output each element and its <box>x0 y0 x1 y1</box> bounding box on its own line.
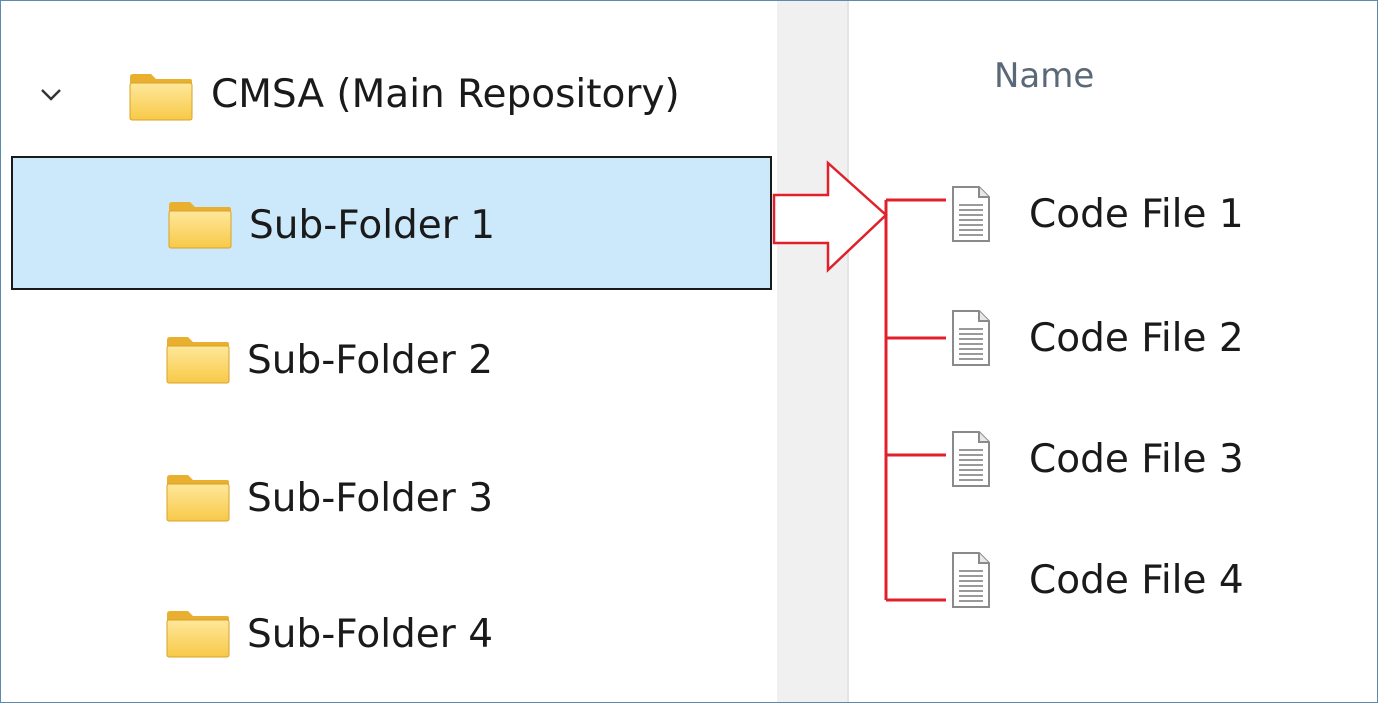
tree-item-sub-folder-4[interactable]: Sub-Folder 4 <box>11 567 772 701</box>
file-item-code-file-1[interactable]: Code File 1 <box>945 181 1365 261</box>
file-item-label: Code File 1 <box>1029 192 1244 237</box>
document-icon <box>952 186 990 242</box>
file-item-label: Code File 3 <box>1029 437 1244 482</box>
file-list-pane: Name Code File 1 Code File 2 Code File 3… <box>849 1 1377 702</box>
folder-icon <box>166 611 230 658</box>
document-icon <box>952 552 990 608</box>
tree-item-label: Sub-Folder 1 <box>249 203 496 248</box>
folder-icon <box>166 475 230 522</box>
folder-icon <box>166 337 230 384</box>
tree-item-label: Sub-Folder 3 <box>247 476 494 521</box>
tree-item-root[interactable]: CMSA (Main Repository) <box>1 51 777 143</box>
file-item-code-file-4[interactable]: Code File 4 <box>945 547 1365 627</box>
tree-item-sub-folder-1[interactable]: Sub-Folder 1 <box>11 156 772 290</box>
tree-item-label: CMSA (Main Repository) <box>211 72 680 117</box>
column-header-name[interactable]: Name <box>994 59 1094 93</box>
tree-item-sub-folder-2[interactable]: Sub-Folder 2 <box>11 293 772 427</box>
document-icon <box>952 310 990 366</box>
file-item-code-file-2[interactable]: Code File 2 <box>945 305 1365 385</box>
document-icon <box>952 431 990 487</box>
folder-icon <box>168 202 232 249</box>
tree-item-label: Sub-Folder 4 <box>247 612 494 657</box>
tree-item-sub-folder-3[interactable]: Sub-Folder 3 <box>11 431 772 565</box>
file-item-code-file-3[interactable]: Code File 3 <box>945 426 1365 506</box>
chevron-down-icon[interactable] <box>37 81 65 109</box>
file-explorer-window: CMSA (Main Repository) Sub-Folder 1 Sub-… <box>0 0 1378 703</box>
folder-icon <box>129 74 193 121</box>
navigation-pane: CMSA (Main Repository) Sub-Folder 1 Sub-… <box>1 1 777 702</box>
file-item-label: Code File 4 <box>1029 558 1244 603</box>
tree-item-label: Sub-Folder 2 <box>247 338 494 383</box>
pane-splitter[interactable] <box>777 1 849 702</box>
file-item-label: Code File 2 <box>1029 316 1244 361</box>
